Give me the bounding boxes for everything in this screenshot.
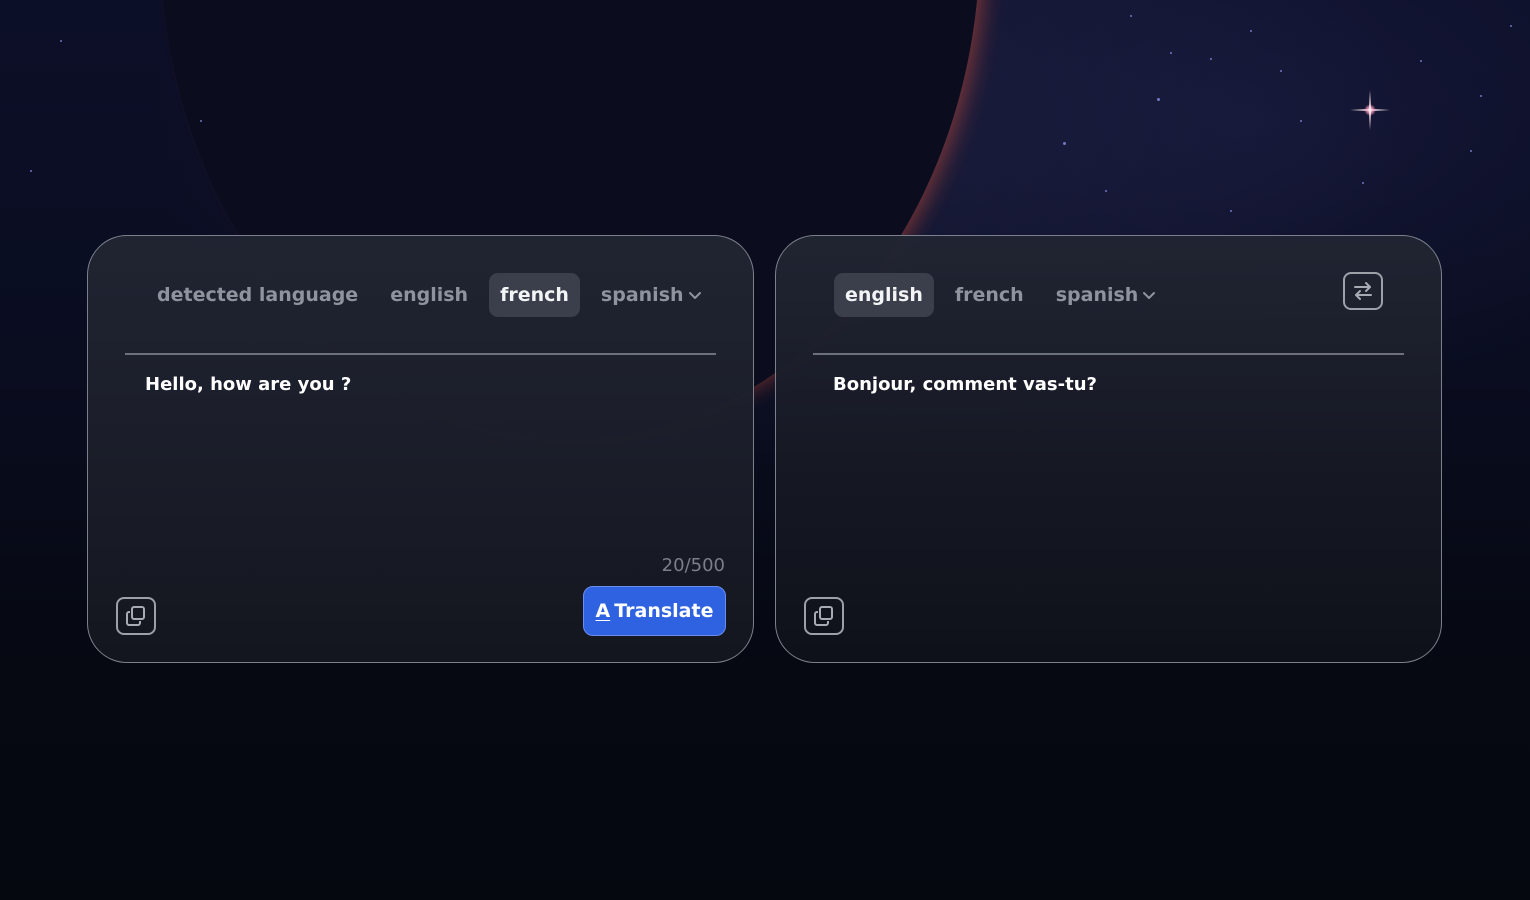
source-panel: detected language english french spanish… bbox=[87, 235, 754, 663]
translate-icon: A bbox=[595, 600, 611, 622]
source-text-input[interactable]: Hello, how are you ? bbox=[145, 374, 351, 395]
source-language-tabs: detected language english french spanish bbox=[146, 273, 713, 317]
target-panel: english french spanish Bonjour, comment … bbox=[775, 235, 1442, 663]
target-divider bbox=[813, 353, 1404, 355]
tab-spanish-label: spanish bbox=[1055, 284, 1139, 306]
tab-spanish-dropdown[interactable]: spanish bbox=[590, 273, 713, 317]
tab-french[interactable]: french bbox=[489, 273, 580, 317]
chevron-down-icon bbox=[688, 291, 701, 299]
tab-english[interactable]: english bbox=[834, 273, 934, 317]
translate-button[interactable]: A Translate bbox=[583, 586, 726, 636]
tab-detected-language[interactable]: detected language bbox=[146, 273, 369, 317]
bright-star-flare bbox=[1350, 90, 1390, 130]
copy-icon bbox=[126, 606, 145, 626]
tab-english[interactable]: english bbox=[379, 273, 479, 317]
character-counter: 20/500 bbox=[661, 555, 725, 576]
chevron-down-icon bbox=[1143, 291, 1156, 299]
tab-spanish-label: spanish bbox=[600, 284, 684, 306]
copy-icon bbox=[814, 606, 833, 626]
tab-spanish-dropdown[interactable]: spanish bbox=[1045, 273, 1168, 317]
translate-label: Translate bbox=[614, 600, 714, 622]
swap-languages-button[interactable] bbox=[1343, 272, 1383, 310]
copy-source-button[interactable] bbox=[116, 597, 156, 635]
swap-icon bbox=[1354, 282, 1372, 300]
translated-text: Bonjour, comment vas-tu? bbox=[833, 374, 1097, 395]
tab-french[interactable]: french bbox=[944, 273, 1035, 317]
copy-translation-button[interactable] bbox=[804, 597, 844, 635]
target-language-tabs: english french spanish bbox=[834, 273, 1167, 317]
source-divider bbox=[125, 353, 716, 355]
